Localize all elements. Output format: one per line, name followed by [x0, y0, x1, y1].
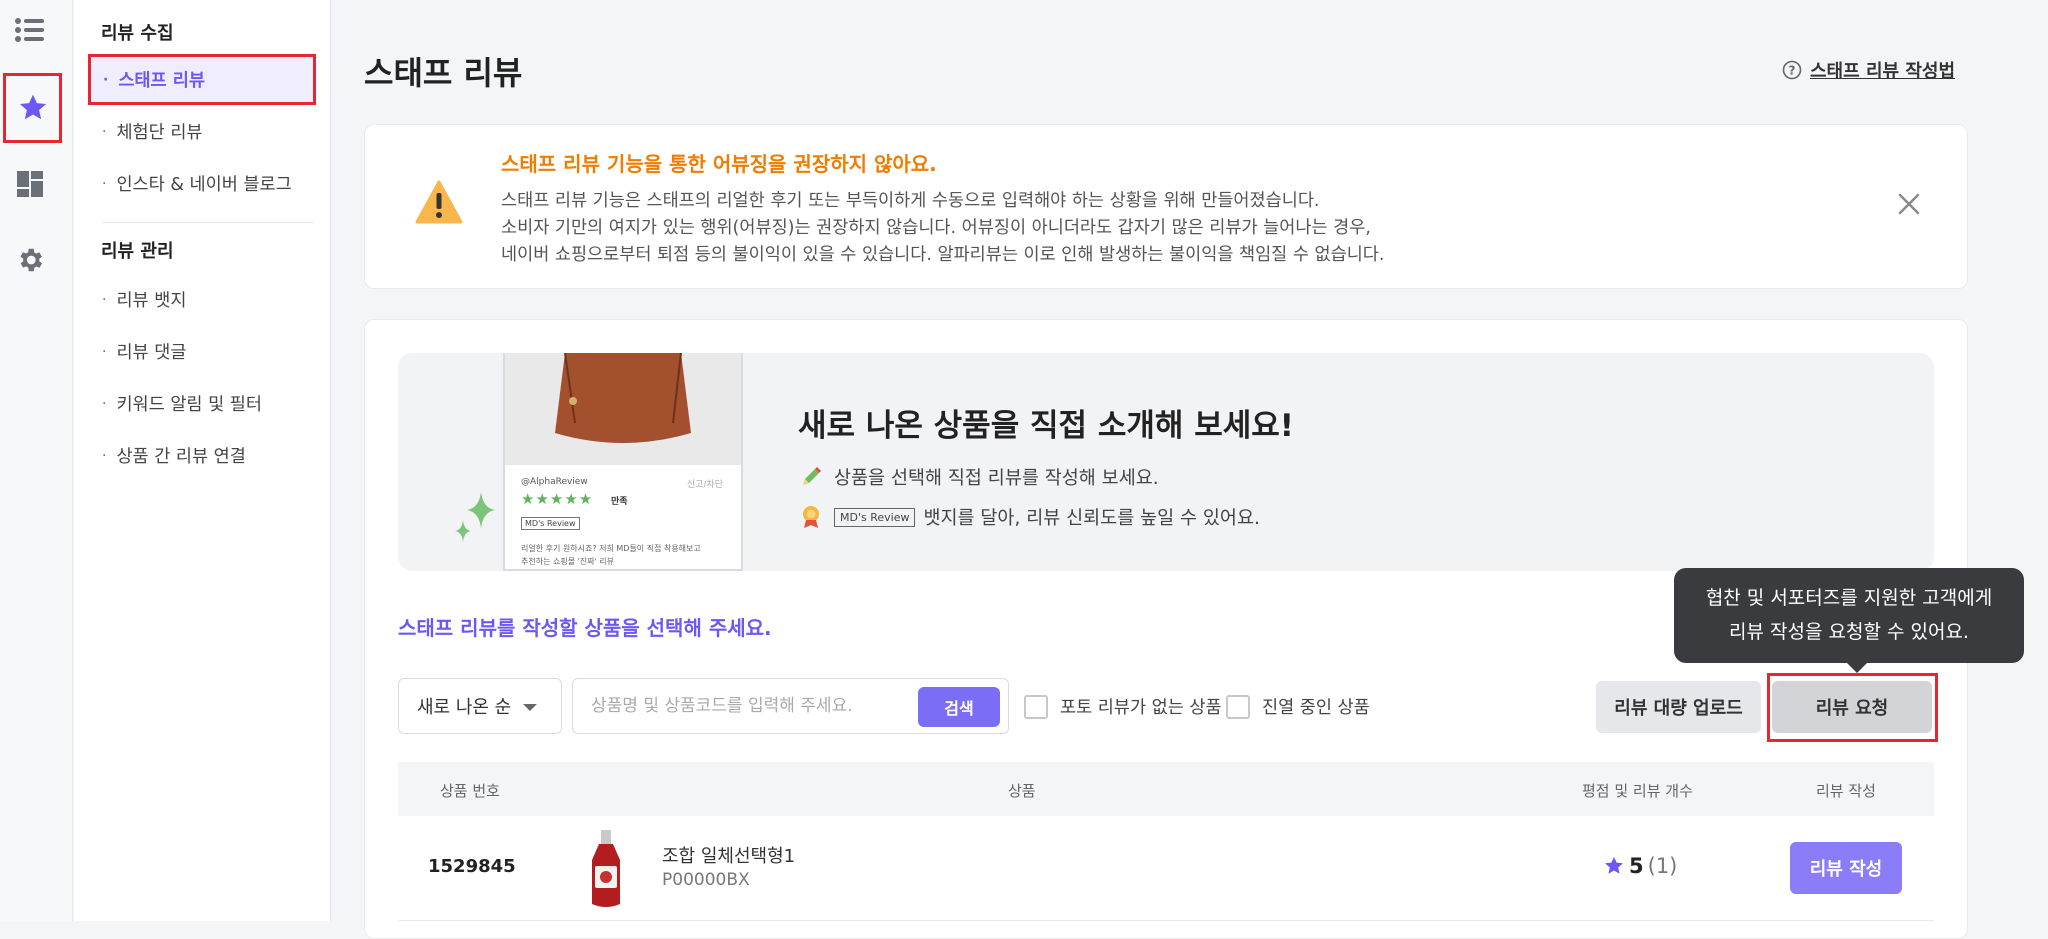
select-product-title: 스태프 리뷰를 작성할 상품을 선택해 주세요. — [398, 616, 772, 640]
column-header: 평점 및 리뷰 개수 — [1582, 782, 1693, 800]
page-title: 스태프 리뷰 — [364, 54, 523, 92]
sidebar-item-staff-review[interactable]: · 스태프 리뷰 — [88, 54, 316, 105]
product-code: P00000BX — [662, 870, 750, 890]
chevron-down-icon — [523, 704, 537, 711]
phone-report: 신고/차단 — [686, 480, 723, 490]
sidebar-item-review-link[interactable]: · 상품 간 리뷰 연결 — [102, 443, 246, 468]
warning-title: 스태프 리뷰 기능을 통한 어뷰징을 권장하지 않아요. — [501, 152, 937, 176]
review-count: (1) — [1647, 854, 1678, 878]
checkbox-on-display[interactable]: 진열 중인 상품 — [1226, 694, 1370, 719]
sidebar-section-manage: 리뷰 관리 — [101, 241, 174, 262]
sidebar: 리뷰 수집 · 스태프 리뷰 · 체험단 리뷰 · 인스타 & 네이버 블로그 리뷰 … — [74, 0, 331, 921]
phone-review-text: 리얼한 후기 원하시죠? 저희 MD들이 직접 착용해보고 — [521, 544, 701, 553]
sidebar-item-review-comment[interactable]: · 리뷰 댓글 — [102, 339, 186, 364]
checkbox-no-photo[interactable]: 포토 리뷰가 없는 상품 — [1024, 694, 1222, 719]
rating-value: 5 — [1629, 854, 1644, 878]
dashboard-icon[interactable] — [0, 154, 60, 214]
search-box: 검색 — [572, 678, 1009, 734]
product-thumbnail — [592, 830, 620, 907]
tooltip: 협찬 및 서포터즈를 지원한 고객에게 리뷰 작성을 요청할 수 있어요. — [1674, 568, 2024, 673]
sidebar-item-keyword-filter[interactable]: · 키워드 알림 및 필터 — [102, 391, 262, 416]
pencil-icon — [803, 467, 821, 485]
table-row: 1529845 조합 일체선택형1 P00000BX 5 (1) 리뷰 작성 — [398, 816, 1934, 921]
rating: 5 (1) — [1603, 854, 1677, 878]
warning-line: 네이버 쇼핑으로부터 퇴점 등의 불이익이 있을 수 있습니다. 알파리뷰는 이… — [501, 245, 1385, 265]
warning-icon — [415, 180, 463, 228]
product-number: 1529845 — [428, 856, 516, 877]
bag-image — [505, 353, 741, 465]
warning-line: 스태프 리뷰 기능은 스태프의 리얼한 후기 또는 부득이하게 수동으로 입력해… — [501, 191, 1320, 211]
search-input[interactable] — [591, 693, 891, 719]
star-icon — [1605, 856, 1623, 874]
close-icon[interactable] — [1895, 190, 1923, 218]
checkbox[interactable] — [1024, 694, 1048, 719]
phone-badge: MD's Review — [521, 517, 580, 530]
column-header: 리뷰 작성 — [1816, 782, 1876, 800]
sidebar-section-collect: 리뷰 수집 — [101, 23, 174, 44]
medal-icon — [803, 506, 819, 528]
sparkle-icon — [455, 492, 495, 542]
gear-icon[interactable] — [0, 230, 60, 290]
sort-select[interactable]: 새로 나온 순 — [398, 678, 562, 734]
sidebar-item-review-badge[interactable]: · 리뷰 뱃지 — [102, 287, 186, 312]
product-name: 조합 일체선택형1 — [662, 846, 796, 867]
guide-link[interactable]: ? 스태프 리뷰 작성법 — [1782, 57, 1955, 83]
promo-line: 상품을 선택해 직접 리뷰를 작성해 보세요. — [800, 464, 1159, 490]
bulk-upload-button[interactable]: 리뷰 대량 업로드 — [1596, 681, 1761, 733]
checkbox[interactable] — [1226, 694, 1250, 719]
promo-line: MD's Review 뱃지를 달아, 리뷰 신뢰도를 높일 수 있어요. — [800, 504, 1260, 530]
phone-review-text: 추천하는 쇼핑몰 '진짜' 리뷰 — [521, 557, 614, 566]
sidebar-item-experience-review[interactable]: · 체험단 리뷰 — [102, 119, 203, 144]
promo-banner: @AlphaReview 신고/차단 ★★★★★ 만족 MD's Review … — [398, 353, 1934, 571]
phone-stars: ★★★★★ — [521, 490, 594, 508]
icon-rail — [0, 0, 73, 921]
warning-line: 소비자 기만의 여지가 있는 행위(어뷰징)는 권장하지 않습니다. 어뷰징이 … — [501, 218, 1371, 238]
help-icon: ? — [1782, 60, 1802, 80]
list-icon[interactable] — [0, 0, 60, 60]
phone-mockup: @AlphaReview 신고/차단 ★★★★★ 만족 MD's Review … — [503, 353, 743, 571]
star-icon[interactable] — [3, 73, 62, 143]
bullet: · — [103, 71, 109, 88]
search-button[interactable]: 검색 — [918, 687, 1000, 727]
table-header: 상품 번호 상품 평점 및 리뷰 개수 리뷰 작성 — [398, 762, 1934, 816]
phone-username: @AlphaReview — [521, 477, 588, 487]
promo-heading: 새로 나온 상품을 직접 소개해 보세요! — [798, 408, 1294, 444]
write-review-button[interactable]: 리뷰 작성 — [1790, 842, 1902, 894]
svg-text:?: ? — [1789, 64, 1796, 78]
divider — [102, 222, 314, 223]
review-request-button[interactable]: 리뷰 요청 — [1772, 681, 1932, 733]
sidebar-item-insta-blog[interactable]: · 인스타 & 네이버 블로그 — [102, 171, 292, 196]
column-header: 상품 번호 — [440, 782, 500, 800]
md-review-badge: MD's Review — [834, 507, 916, 527]
column-header: 상품 — [1008, 782, 1036, 800]
phone-rating-text: 만족 — [611, 497, 628, 507]
